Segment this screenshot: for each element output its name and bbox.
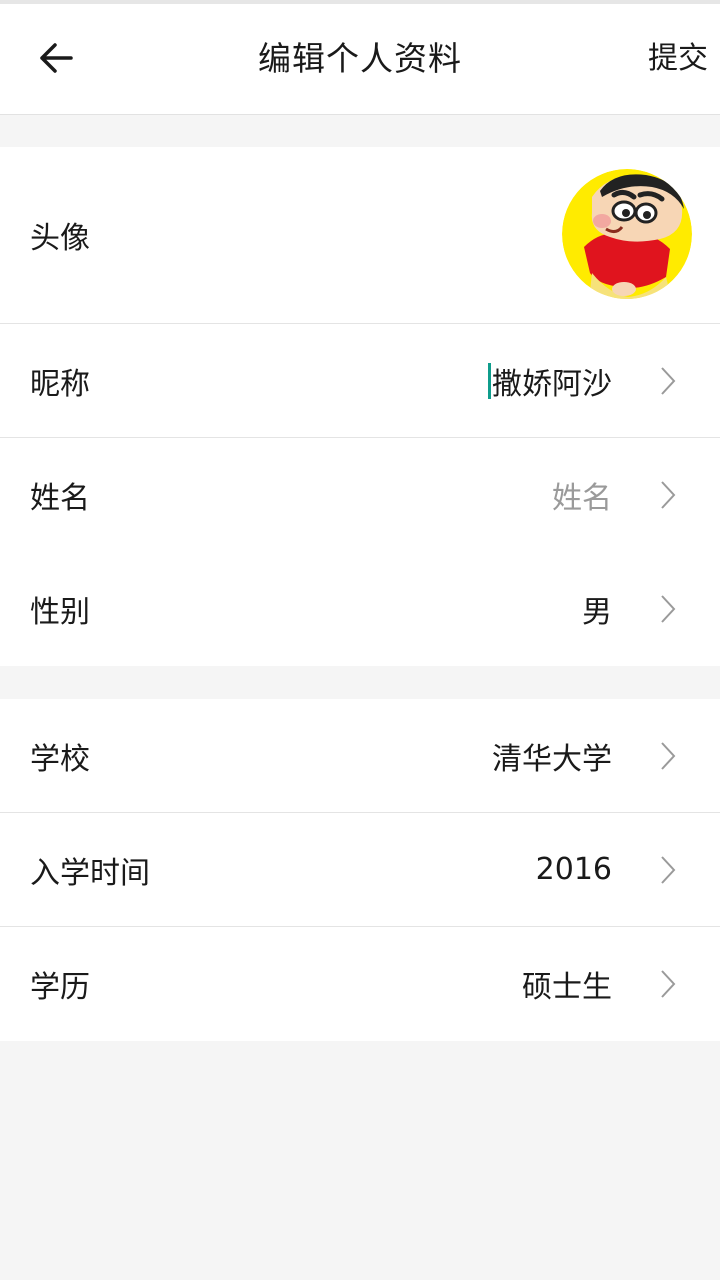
degree-value: 硕士生 xyxy=(522,970,612,1005)
page-title: 编辑个人资料 xyxy=(258,39,462,78)
gender-row[interactable]: 性别 男 xyxy=(0,552,720,666)
chevron-right-icon xyxy=(661,481,676,509)
app-header: 编辑个人资料 提交 xyxy=(0,4,720,115)
nickname-value[interactable]: 撒娇阿沙 xyxy=(488,324,612,437)
chevron-right-icon xyxy=(661,595,676,623)
avatar-label: 头像 xyxy=(30,221,90,256)
enrollment-year-value: 2016 xyxy=(535,852,612,887)
education-group: 学校 清华大学 入学时间 2016 学历 硕士生 xyxy=(0,699,720,1041)
name-field[interactable]: 姓名 xyxy=(552,438,612,552)
name-row[interactable]: 姓名 姓名 xyxy=(0,438,720,552)
degree-row[interactable]: 学历 硕士生 xyxy=(0,927,720,1041)
avatar[interactable] xyxy=(562,169,692,299)
text-cursor xyxy=(488,362,491,399)
degree-label: 学历 xyxy=(30,970,90,1005)
school-label: 学校 xyxy=(30,741,90,777)
avatar-row[interactable]: 头像 xyxy=(0,147,720,324)
submit-button[interactable]: 提交 xyxy=(648,4,708,114)
gender-value: 男 xyxy=(582,595,612,630)
school-row[interactable]: 学校 清华大学 xyxy=(0,699,720,813)
name-label: 姓名 xyxy=(30,481,90,516)
chevron-right-icon xyxy=(661,366,676,395)
chevron-right-icon xyxy=(661,970,676,998)
school-value: 清华大学 xyxy=(492,741,612,777)
chevron-right-icon xyxy=(661,741,676,770)
nickname-row[interactable]: 昵称 撒娇阿沙 xyxy=(0,324,720,438)
avatar-image xyxy=(562,169,692,299)
enrollment-year-label: 入学时间 xyxy=(30,855,150,891)
nickname-text: 撒娇阿沙 xyxy=(492,366,612,402)
enrollment-year-row[interactable]: 入学时间 2016 xyxy=(0,813,720,927)
nickname-label: 昵称 xyxy=(30,366,90,402)
chevron-right-icon xyxy=(661,855,676,884)
profile-group: 头像 昵称 撒娇阿沙 姓名 姓名 性别 男 xyxy=(0,147,720,666)
gender-label: 性别 xyxy=(30,595,90,630)
